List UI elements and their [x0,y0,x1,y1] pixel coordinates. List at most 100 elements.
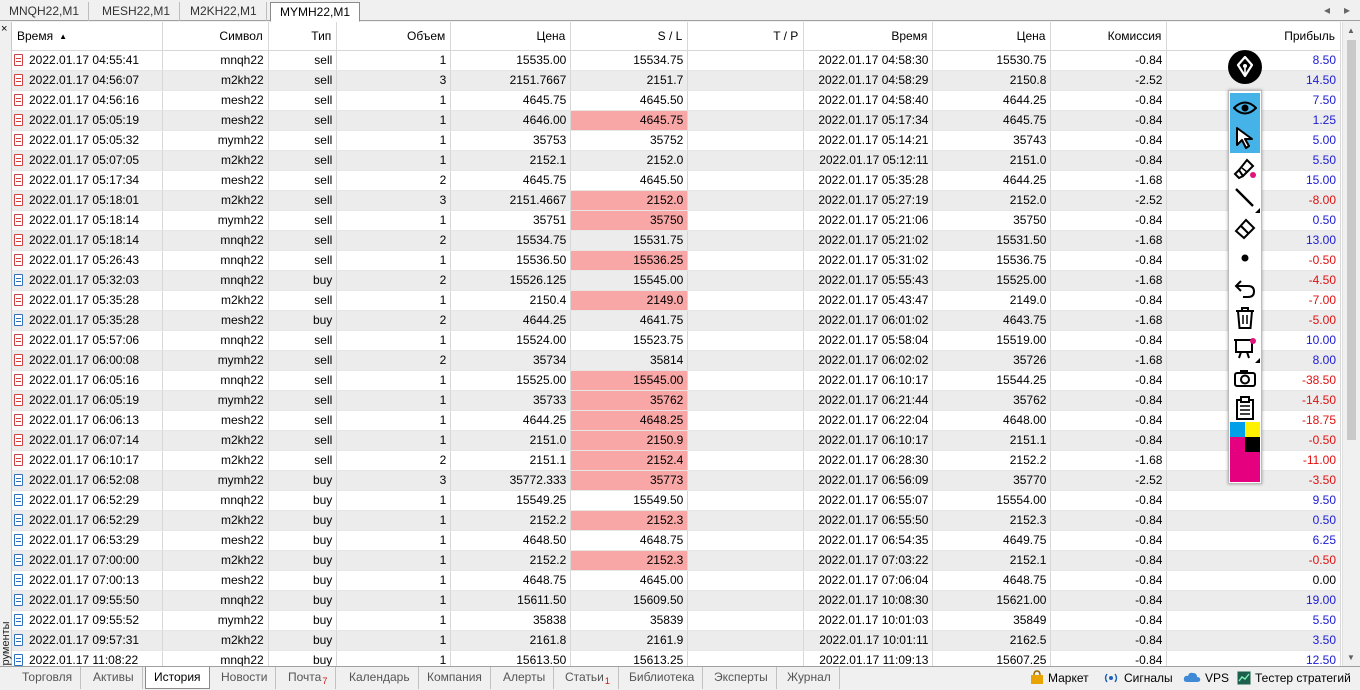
table-row[interactable]: 2022.01.17 06:52:29 m2kh22 buy 1 2152.2 2152.… [12,510,1341,531]
tab-articles[interactable]: Статьи1 [557,667,619,689]
tab-calendar[interactable]: Календарь [341,667,419,689]
tabs-scroll-left-icon[interactable]: ◂ [1320,3,1334,17]
slideshow-icon[interactable] [1230,333,1260,363]
column-header-price[interactable]: Цена [450,22,572,51]
column-header-profit[interactable]: Прибыль [1166,22,1341,51]
table-row[interactable]: 2022.01.17 07:00:13 mesh22 buy 1 4648.75 4645… [12,570,1341,591]
swatch-cyan[interactable] [1230,422,1245,437]
cell-close-price: 4644.25 [932,90,1052,111]
buy-deal-icon [14,494,23,506]
table-row[interactable]: 2022.01.17 05:07:05 m2kh22 sell 1 2152.1 2152… [12,150,1341,171]
table-row[interactable]: 2022.01.17 09:55:52 mymh22 buy 1 35838 35839 2… [12,610,1341,631]
table-row[interactable]: 2022.01.17 06:10:17 m2kh22 sell 2 2151.1 2152… [12,450,1341,471]
tab-company[interactable]: Компания [419,667,491,689]
table-row[interactable]: 2022.01.17 09:55:50 mnqh22 buy 1 15611.50 156… [12,590,1341,611]
table-row[interactable]: 2022.01.17 05:05:32 mymh22 sell 1 35753 35752… [12,130,1341,151]
market-link[interactable]: Маркет [1030,669,1089,689]
cell-open-time: 2022.01.17 07:00:13 [12,570,163,591]
tab-mail[interactable]: Почта7 [280,667,337,689]
column-header-symbol[interactable]: Символ [162,22,269,51]
dot-brush-icon[interactable] [1230,243,1260,273]
table-row[interactable]: 2022.01.17 06:05:16 mnqh22 sell 1 15525.00 15… [12,370,1341,391]
pen-toggle-button[interactable] [1228,50,1262,84]
tab-assets[interactable]: Активы [85,667,143,689]
table-row[interactable]: 2022.01.17 05:57:06 mnqh22 sell 1 15524.00 15… [12,330,1341,351]
table-row[interactable]: 2022.01.17 05:32:03 mnqh22 buy 2 15526.125 15… [12,270,1341,291]
table-row[interactable]: 2022.01.17 05:05:19 mesh22 sell 1 4646.00 464… [12,110,1341,131]
tab-news[interactable]: Новости [213,667,277,689]
sell-deal-icon [14,154,23,166]
chart-tab-m2kh22[interactable]: M2KH22,M1 [181,2,267,21]
tab-alerts[interactable]: Алерты [495,667,555,689]
table-row[interactable]: 2022.01.17 04:56:07 m2kh22 sell 3 2151.7667 2… [12,70,1341,91]
signals-link[interactable]: Сигналы [1102,669,1173,689]
table-row[interactable]: 2022.01.17 06:52:08 mymh22 buy 3 35772.333 35… [12,470,1341,491]
cell-commission: -0.84 [1050,110,1168,131]
table-row[interactable]: 2022.01.17 06:05:19 mymh22 sell 1 35733 35762… [12,390,1341,411]
table-row[interactable]: 2022.01.17 05:18:14 mymh22 sell 1 35751 35750… [12,210,1341,231]
swatch-black[interactable] [1245,437,1260,452]
column-header-commission[interactable]: Комиссия [1050,22,1168,51]
tab-experts[interactable]: Эксперты [706,667,777,689]
table-row[interactable]: 2022.01.17 04:55:41 mnqh22 sell 1 15535.00 15… [12,50,1341,71]
camera-icon[interactable] [1230,363,1260,393]
table-row[interactable]: 2022.01.17 04:56:16 mesh22 sell 1 4645.75 464… [12,90,1341,111]
column-header-tp[interactable]: T / P [687,22,805,51]
cell-volume: 3 [336,470,452,491]
cell-commission: -1.68 [1050,350,1168,371]
table-row[interactable]: 2022.01.17 05:35:28 m2kh22 sell 1 2150.4 2149… [12,290,1341,311]
column-header-volume[interactable]: Объем [336,22,452,51]
trash-icon[interactable] [1230,303,1260,333]
scroll-up-arrow-icon[interactable]: ▲ [1347,26,1355,35]
table-row[interactable]: 2022.01.17 11:08:22 mnqh22 buy 1 15613.50 156… [12,650,1341,666]
table-row[interactable]: 2022.01.17 06:53:29 mesh22 buy 1 4648.50 4648… [12,530,1341,551]
column-header-type[interactable]: Тип [268,22,338,51]
table-row[interactable]: 2022.01.17 06:00:08 mymh22 sell 2 35734 35814… [12,350,1341,371]
cell-volume: 1 [336,610,452,631]
cell-open-time: 2022.01.17 05:17:34 [12,170,163,191]
chart-tab-mesh22[interactable]: MESH22,M1 [93,2,181,21]
cell-volume: 1 [336,130,452,151]
clipboard-icon[interactable] [1230,393,1260,423]
chart-tab-mnqh22[interactable]: MNQH22,M1 [0,2,90,21]
table-row[interactable]: 2022.01.17 05:18:14 mnqh22 sell 2 15534.75 15… [12,230,1341,251]
vertical-scrollbar[interactable]: ▲ ▼ [1342,22,1360,666]
table-row[interactable]: 2022.01.17 05:18:01 m2kh22 sell 3 2151.4667 2… [12,190,1341,211]
swatch-magenta[interactable] [1230,437,1245,482]
chart-tab-mymh22[interactable]: MYMH22,M1 [270,2,361,22]
tab-trade[interactable]: Торговля [14,667,82,689]
swatch-magenta-2[interactable] [1245,452,1260,482]
column-header-close-time[interactable]: Время [803,22,934,51]
table-row[interactable]: 2022.01.17 06:52:29 mnqh22 buy 1 15549.25 155… [12,490,1341,511]
eraser-icon[interactable] [1230,213,1260,243]
cell-commission: -0.84 [1050,530,1168,551]
table-row[interactable]: 2022.01.17 05:26:43 mnqh22 sell 1 15536.50 15… [12,250,1341,271]
cursor-arrow-icon[interactable] [1230,123,1260,153]
cell-symbol: m2kh22 [162,290,269,311]
table-row[interactable]: 2022.01.17 06:06:13 mesh22 sell 1 4644.25 464… [12,410,1341,431]
table-row[interactable]: 2022.01.17 06:07:14 m2kh22 sell 1 2151.0 2150… [12,430,1341,451]
tab-library[interactable]: Библиотека [621,667,704,689]
sell-deal-icon [14,94,23,106]
table-row[interactable]: 2022.01.17 05:17:34 mesh22 sell 2 4645.75 464… [12,170,1341,191]
highlighter-icon[interactable] [1230,153,1260,183]
line-pen-icon[interactable] [1230,183,1260,213]
strategy-tester-link[interactable]: Тестер стратегий [1237,669,1351,689]
column-header-sl[interactable]: S / L [570,22,689,51]
toolbox-close-icon[interactable]: × [1,24,7,35]
eye-icon[interactable] [1230,93,1260,123]
tabs-scroll-right-icon[interactable]: ▸ [1340,3,1354,17]
swatch-yellow[interactable] [1245,422,1260,437]
column-header-open-time[interactable]: Время ▲ [12,22,163,51]
tab-history[interactable]: История [145,667,210,689]
column-header-close-price[interactable]: Цена [932,22,1052,51]
scroll-down-arrow-icon[interactable]: ▼ [1347,653,1355,662]
table-row[interactable]: 2022.01.17 07:00:00 m2kh22 buy 1 2152.2 2152.… [12,550,1341,571]
table-row[interactable]: 2022.01.17 05:35:28 mesh22 buy 2 4644.25 4641… [12,310,1341,331]
cell-sl: 15609.50 [570,590,689,611]
scrollbar-thumb[interactable] [1347,40,1356,440]
tab-journal[interactable]: Журнал [779,667,840,689]
vps-link[interactable]: VPS [1183,669,1229,689]
undo-icon[interactable] [1230,273,1260,303]
table-row[interactable]: 2022.01.17 09:57:31 m2kh22 buy 1 2161.8 2161.… [12,630,1341,651]
